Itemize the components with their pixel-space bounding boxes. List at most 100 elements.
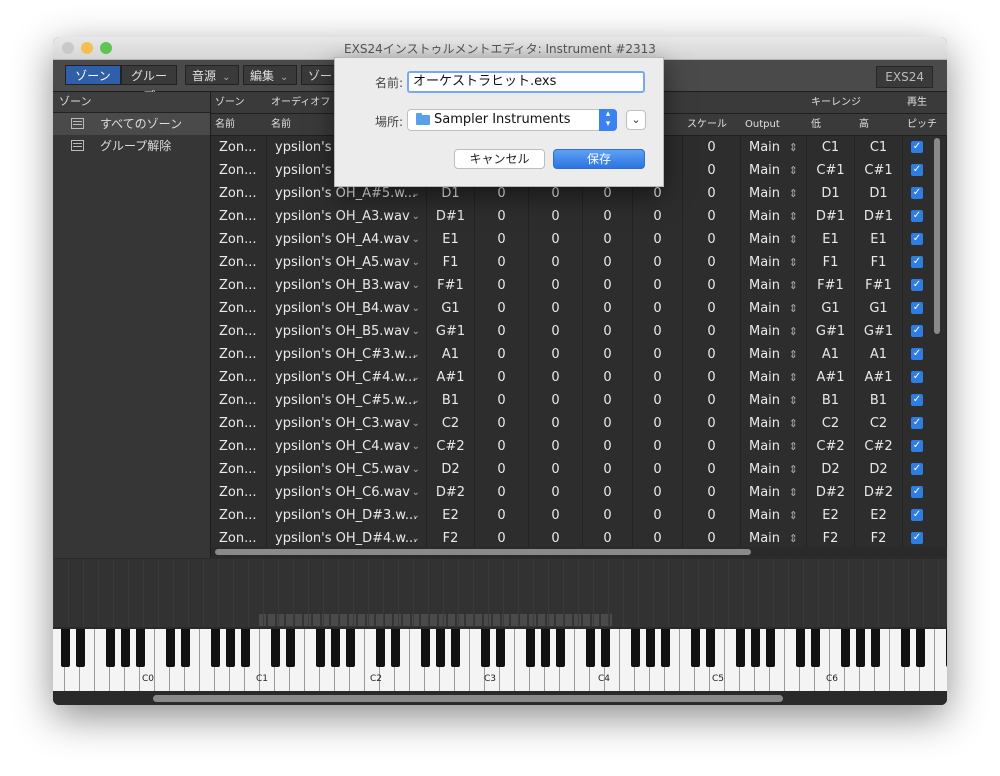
key-high-cell[interactable]: C#2 <box>855 435 903 458</box>
output-cell[interactable]: Main ⇕ <box>741 481 807 504</box>
black-key[interactable] <box>135 629 145 667</box>
black-key[interactable] <box>525 629 535 667</box>
zone-name-cell[interactable]: Zon... <box>211 412 267 435</box>
zone-name-cell[interactable]: Zon... <box>211 504 267 527</box>
black-key[interactable] <box>225 629 235 667</box>
black-key[interactable] <box>765 629 775 667</box>
value-cell[interactable]: 0 <box>583 481 633 504</box>
scale-cell[interactable]: 0 <box>683 481 741 504</box>
value-cell[interactable]: 0 <box>475 435 529 458</box>
root-key-cell[interactable]: C2 <box>427 412 475 435</box>
output-cell[interactable]: Main ⇕ <box>741 228 807 251</box>
root-key-cell[interactable]: B1 <box>427 389 475 412</box>
table-row[interactable]: Zon... ypsilon's OH_A3.wav ⌄ D#1 0 0 0 0 0 Main ⇕ D… <box>211 205 947 229</box>
root-key-cell[interactable]: D2 <box>427 458 475 481</box>
black-key[interactable] <box>795 629 805 667</box>
piano-keyboard[interactable]: C0 C1 C2 C3 C4 C5 C6 <box>53 629 947 691</box>
pitch-checkbox[interactable]: ✓ <box>911 463 923 475</box>
value-cell[interactable]: 0 <box>475 458 529 481</box>
pitch-checkbox[interactable]: ✓ <box>911 486 923 498</box>
output-column-header[interactable]: Output <box>741 114 805 135</box>
pitch-checkbox[interactable]: ✓ <box>911 279 923 291</box>
output-cell[interactable]: Main ⇕ <box>741 389 807 412</box>
scale-cell[interactable]: 0 <box>683 136 741 159</box>
value-cell[interactable]: 0 <box>633 366 683 389</box>
zone-name-cell[interactable]: Zon... <box>211 481 267 504</box>
key-high-cell[interactable]: E2 <box>855 504 903 527</box>
key-high-cell[interactable]: G1 <box>855 297 903 320</box>
audio-file-cell[interactable]: ypsilon's OH_B3.wav ⌄ <box>267 274 427 297</box>
scale-cell[interactable]: 0 <box>683 228 741 251</box>
black-key[interactable] <box>435 629 445 667</box>
black-key[interactable] <box>285 629 295 667</box>
key-low-cell[interactable]: C#2 <box>807 435 855 458</box>
black-key[interactable] <box>495 629 505 667</box>
key-low-cell[interactable]: D#2 <box>807 481 855 504</box>
black-key[interactable] <box>870 629 880 667</box>
table-row[interactable]: Zon... ypsilon's OH_C4.wav ⌄ C#2 0 0 0 0 0 Main ⇕ C… <box>211 435 947 459</box>
audio-file-cell[interactable]: ypsilon's OH_C#5.w... ⌄ <box>267 389 427 412</box>
value-cell[interactable]: 0 <box>475 251 529 274</box>
zone-name-cell[interactable]: Zon... <box>211 458 267 481</box>
value-cell[interactable]: 0 <box>633 504 683 527</box>
audio-file-cell[interactable]: ypsilon's OH_B4.wav ⌄ <box>267 297 427 320</box>
pitch-checkbox[interactable]: ✓ <box>911 532 923 544</box>
key-high-cell[interactable]: A#1 <box>855 366 903 389</box>
expand-dialog-button[interactable]: ⌄ <box>626 110 646 130</box>
table-row[interactable]: Zon... ypsilon's OH_B5.wav ⌄ G#1 0 0 0 0 0 Main ⇕ G… <box>211 320 947 344</box>
pitch-checkbox[interactable]: ✓ <box>911 371 923 383</box>
output-cell[interactable]: Main ⇕ <box>741 182 807 205</box>
pitch-column-header[interactable]: ピッチ <box>903 114 947 135</box>
output-cell[interactable]: Main ⇕ <box>741 205 807 228</box>
black-key[interactable] <box>120 629 130 667</box>
key-high-cell[interactable]: F#1 <box>855 274 903 297</box>
black-key[interactable] <box>645 629 655 667</box>
root-key-cell[interactable]: F1 <box>427 251 475 274</box>
audio-file-cell[interactable]: ypsilon's OH_D#3.w... ⌄ <box>267 504 427 527</box>
key-high-cell[interactable]: C#1 <box>855 159 903 182</box>
value-cell[interactable]: 0 <box>529 251 583 274</box>
value-cell[interactable]: 0 <box>529 481 583 504</box>
value-cell[interactable]: 0 <box>475 366 529 389</box>
key-high-cell[interactable]: G#1 <box>855 320 903 343</box>
audio-file-cell[interactable]: ypsilon's OH_A3.wav ⌄ <box>267 205 427 228</box>
scale-cell[interactable]: 0 <box>683 435 741 458</box>
value-cell[interactable]: 0 <box>529 412 583 435</box>
pitch-checkbox[interactable]: ✓ <box>911 325 923 337</box>
black-key[interactable] <box>540 629 550 667</box>
root-key-cell[interactable]: D#1 <box>427 205 475 228</box>
horizontal-scroll-thumb[interactable] <box>215 549 751 555</box>
key-low-cell[interactable]: F1 <box>807 251 855 274</box>
black-key[interactable] <box>105 629 115 667</box>
output-cell[interactable]: Main ⇕ <box>741 320 807 343</box>
key-low-cell[interactable]: C#1 <box>807 159 855 182</box>
root-key-cell[interactable]: A1 <box>427 343 475 366</box>
save-button[interactable]: 保存 <box>553 149 645 169</box>
value-cell[interactable]: 0 <box>633 435 683 458</box>
value-cell[interactable]: 0 <box>475 297 529 320</box>
black-key[interactable] <box>855 629 865 667</box>
root-key-cell[interactable]: G#1 <box>427 320 475 343</box>
black-key[interactable] <box>375 629 385 667</box>
key-high-cell[interactable]: B1 <box>855 389 903 412</box>
edit-menu[interactable]: 編集 ⌄ <box>243 65 297 85</box>
table-row[interactable]: Zon... ypsilon's OH_B4.wav ⌄ G1 0 0 0 0 0 Main ⇕ G1… <box>211 297 947 321</box>
value-cell[interactable]: 0 <box>633 458 683 481</box>
key-high-cell[interactable]: C1 <box>855 136 903 159</box>
key-low-column-header[interactable]: 低 <box>807 114 855 135</box>
sidebar-item-all-zones[interactable]: すべてのゾーン <box>53 113 210 135</box>
black-key[interactable] <box>840 629 850 667</box>
value-cell[interactable]: 0 <box>583 320 633 343</box>
value-cell[interactable]: 0 <box>475 412 529 435</box>
black-key[interactable] <box>810 629 820 667</box>
zone-name-cell[interactable]: Zon... <box>211 389 267 412</box>
instrument-menu[interactable]: 音源 ⌄ <box>185 65 239 85</box>
black-key[interactable] <box>450 629 460 667</box>
audio-file-cell[interactable]: ypsilon's OH_C4.wav ⌄ <box>267 435 427 458</box>
table-row[interactable]: Zon... ypsilon's OH_C#5.w... ⌄ B1 0 0 0 0 0 Main ⇕… <box>211 389 947 413</box>
pitch-checkbox[interactable]: ✓ <box>911 509 923 521</box>
value-cell[interactable]: 0 <box>475 481 529 504</box>
value-cell[interactable]: 0 <box>529 297 583 320</box>
black-key[interactable] <box>480 629 490 667</box>
keyboard-scrollbar[interactable] <box>153 695 783 702</box>
